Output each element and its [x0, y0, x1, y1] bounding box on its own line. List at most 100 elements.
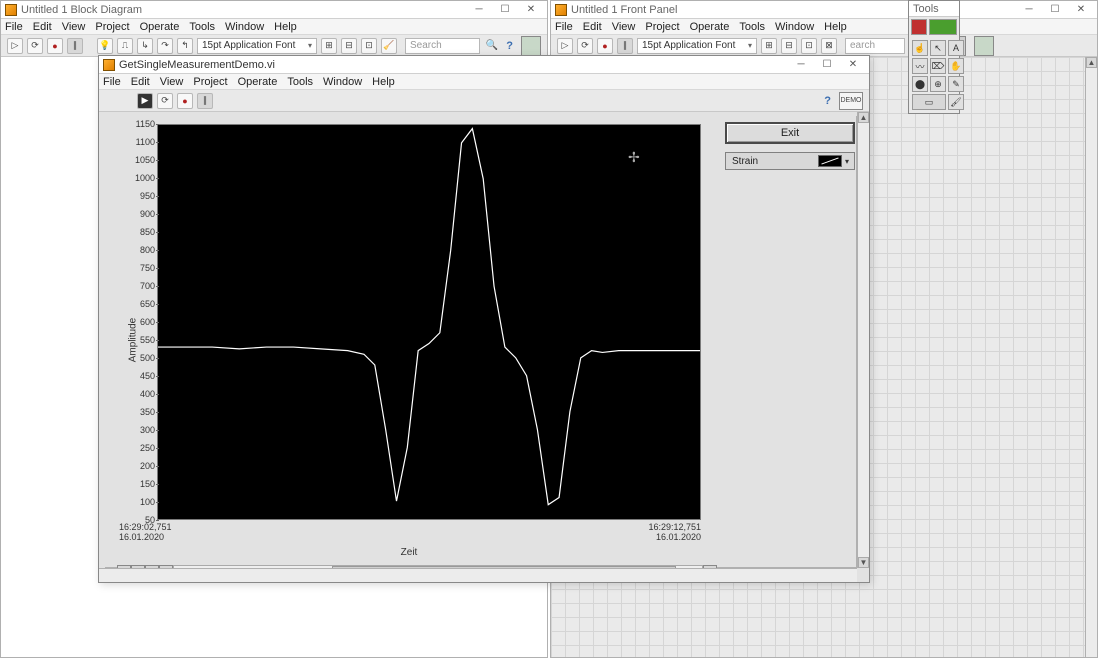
retain-wire-button[interactable]: ⎍ — [117, 38, 133, 54]
vi-icon[interactable] — [521, 36, 541, 56]
waveform-chart[interactable]: Amplitude Zeit ✢ 50100150200250300350400… — [117, 120, 701, 560]
menu-window[interactable]: Window — [775, 21, 814, 33]
menu-file[interactable]: File — [5, 21, 23, 33]
auto-tool-button[interactable] — [929, 19, 957, 35]
position-tool[interactable]: ↖ — [930, 40, 946, 56]
menu-view[interactable]: View — [160, 76, 184, 88]
minimize-button[interactable]: ─ — [467, 3, 491, 17]
menu-help[interactable]: Help — [274, 21, 297, 33]
align-button[interactable]: ⊞ — [321, 38, 337, 54]
step-out-button[interactable]: ↰ — [177, 38, 193, 54]
help-icon[interactable]: ? — [506, 40, 513, 52]
scroll-down-button[interactable]: ▼ — [858, 557, 869, 568]
step-into-button[interactable]: ↳ — [137, 38, 153, 54]
exit-button[interactable]: Exit — [725, 122, 855, 144]
menu-project[interactable]: Project — [193, 76, 227, 88]
maximize-button[interactable]: ☐ — [815, 58, 839, 72]
plot-area[interactable]: ✢ — [157, 124, 701, 520]
run-button[interactable]: ▷ — [7, 38, 23, 54]
align-button[interactable]: ⊞ — [761, 38, 777, 54]
close-button[interactable]: ✕ — [841, 58, 865, 72]
menu-operate[interactable]: Operate — [140, 21, 180, 33]
distribute-button[interactable]: ⊟ — [781, 38, 797, 54]
probe-tool[interactable]: ⊕ — [930, 76, 946, 92]
close-button[interactable]: ✕ — [519, 3, 543, 17]
abort-button[interactable]: ● — [47, 38, 63, 54]
y-tick: 1150 — [125, 119, 155, 129]
highlight-exec-button[interactable]: 💡 — [97, 38, 113, 54]
pause-button[interactable]: ∥ — [67, 38, 83, 54]
vi-icon[interactable]: DEMO — [839, 92, 863, 110]
menu-project[interactable]: Project — [645, 21, 679, 33]
run-cont-button[interactable]: ⟳ — [157, 93, 173, 109]
menu-view[interactable]: View — [62, 21, 86, 33]
distribute-button[interactable]: ⊟ — [341, 38, 357, 54]
abort-button[interactable]: ● — [597, 38, 613, 54]
demo-titlebar[interactable]: GetSingleMeasurementDemo.vi ─ ☐ ✕ — [99, 56, 869, 74]
menu-window[interactable]: Window — [225, 21, 264, 33]
minimize-button[interactable]: ─ — [789, 58, 813, 72]
color-copy-tool[interactable]: ✎ — [948, 76, 964, 92]
menu-file[interactable]: File — [555, 21, 573, 33]
plot-legend[interactable]: Strain ▾ — [725, 152, 855, 170]
reorder-button[interactable]: ⊠ — [821, 38, 837, 54]
menu-project[interactable]: Project — [95, 21, 129, 33]
step-over-button[interactable]: ↷ — [157, 38, 173, 54]
menu-tools[interactable]: Tools — [189, 21, 215, 33]
shortcut-tool[interactable]: ⌦ — [930, 58, 946, 74]
block-diagram-titlebar[interactable]: Untitled 1 Block Diagram ─ ☐ ✕ — [1, 1, 547, 19]
font-selector[interactable]: 15pt Application Font ▾ — [637, 38, 757, 54]
pause-button[interactable]: ∥ — [197, 93, 213, 109]
tools-titlebar[interactable]: Tools — [909, 1, 959, 17]
menu-file[interactable]: File — [103, 76, 121, 88]
minimize-button[interactable]: ─ — [1017, 3, 1041, 17]
run-cont-button[interactable]: ⟳ — [577, 38, 593, 54]
resize-button[interactable]: ⊡ — [801, 38, 817, 54]
menu-view[interactable]: View — [612, 21, 636, 33]
search-input[interactable]: earch — [845, 38, 905, 54]
vertical-scrollbar[interactable]: ▲ — [1085, 57, 1097, 657]
help-icon[interactable]: ? — [824, 95, 831, 107]
menu-window[interactable]: Window — [323, 76, 362, 88]
menu-edit[interactable]: Edit — [33, 21, 52, 33]
block-diagram-toolbar: ▷ ⟳ ● ∥ 💡 ⎍ ↳ ↷ ↰ 15pt Application Font … — [1, 35, 547, 57]
cleanup-button[interactable]: 🧹 — [381, 38, 397, 54]
text-tool[interactable]: A — [948, 40, 964, 56]
close-button[interactable]: ✕ — [1069, 3, 1093, 17]
maximize-button[interactable]: ☐ — [493, 3, 517, 17]
y-tick: 1100 — [125, 137, 155, 147]
scroll-tool[interactable]: ✋ — [948, 58, 964, 74]
operate-tool[interactable]: ☝ — [912, 40, 928, 56]
menu-edit[interactable]: Edit — [583, 21, 602, 33]
front-panel-titlebar[interactable]: Untitled 1 Front Panel ─ ☐ ✕ — [551, 1, 1097, 19]
vertical-scrollbar[interactable]: ▲ ▼ — [857, 112, 869, 568]
legend-line-swatch[interactable] — [818, 155, 842, 167]
menu-tools[interactable]: Tools — [287, 76, 313, 88]
connector-pane-icon[interactable] — [974, 36, 994, 56]
horizontal-scrollbar[interactable] — [99, 568, 857, 582]
abort-button[interactable]: ● — [177, 93, 193, 109]
color-brush-tool[interactable]: 🖌 — [948, 94, 964, 110]
menu-help[interactable]: Help — [372, 76, 395, 88]
chevron-down-icon[interactable]: ▾ — [842, 157, 852, 166]
menu-edit[interactable]: Edit — [131, 76, 150, 88]
search-icon[interactable]: 🔍 — [486, 40, 498, 51]
run-button[interactable]: ▷ — [557, 38, 573, 54]
reorder-button[interactable]: ⊡ — [361, 38, 377, 54]
search-input[interactable]: Search — [405, 38, 480, 54]
run-cont-button[interactable]: ⟳ — [27, 38, 43, 54]
color-tool[interactable]: ▭ — [912, 94, 946, 110]
run-button[interactable]: ▶ — [137, 93, 153, 109]
maximize-button[interactable]: ☐ — [1043, 3, 1067, 17]
menu-operate[interactable]: Operate — [238, 76, 278, 88]
menu-tools[interactable]: Tools — [739, 21, 765, 33]
breakpoint-tool[interactable]: ⬤ — [912, 76, 928, 92]
menu-help[interactable]: Help — [824, 21, 847, 33]
scroll-up-button[interactable]: ▲ — [1086, 57, 1097, 68]
wiring-tool[interactable]: 〰 — [912, 58, 928, 74]
scroll-up-button[interactable]: ▲ — [858, 112, 869, 123]
menu-operate[interactable]: Operate — [690, 21, 730, 33]
font-selector[interactable]: 15pt Application Font ▾ — [197, 38, 317, 54]
pause-button[interactable]: ∥ — [617, 38, 633, 54]
tools-palette[interactable]: Tools ☝ ↖ A 〰 ⌦ ✋ ⬤ ⊕ ✎ ▭ 🖌 — [908, 0, 960, 114]
